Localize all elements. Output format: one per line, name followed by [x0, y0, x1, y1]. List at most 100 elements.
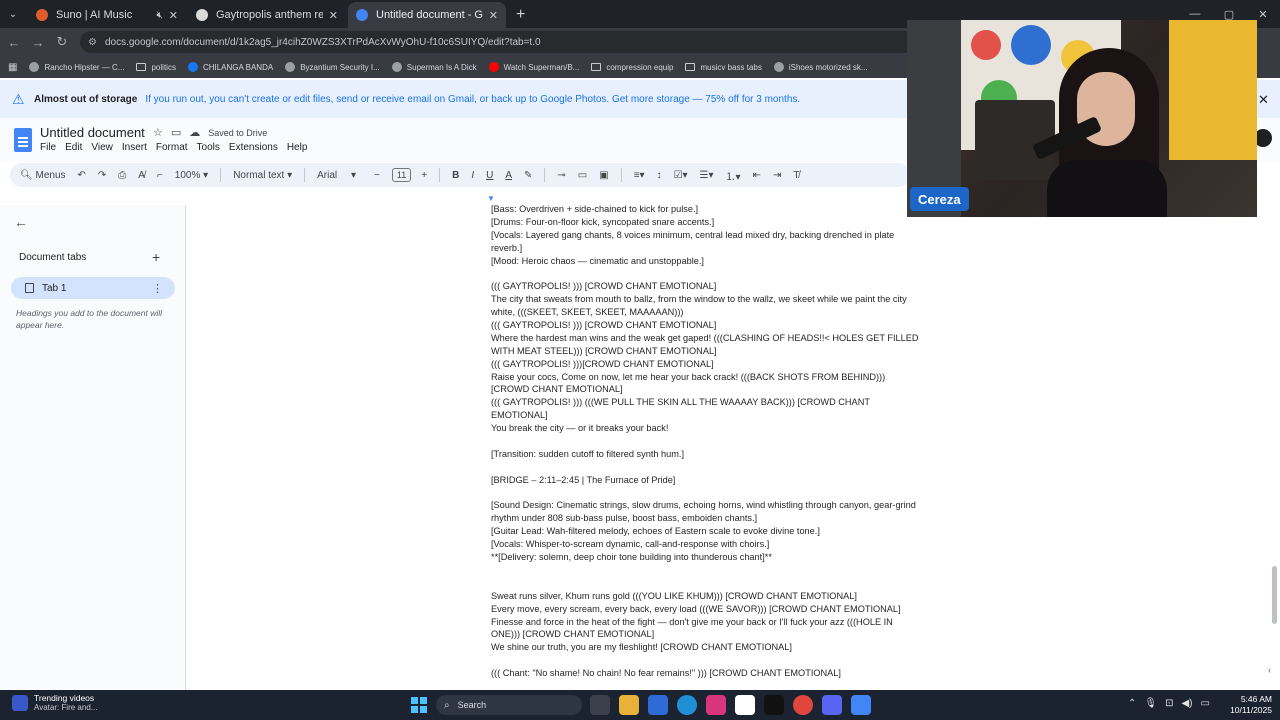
volume-icon[interactable]: ◀)	[1181, 698, 1192, 709]
doc-line: [BRIDGE – 2:11–2:45 | The Furnace of Pri…	[491, 474, 676, 485]
search-menus-icon[interactable]: 🔍︎ Menus	[20, 170, 66, 181]
zoom-select[interactable]: 100% ▾	[175, 170, 208, 181]
align-icon[interactable]: ≡▾	[634, 170, 645, 181]
link-icon[interactable]: ⊸	[557, 170, 565, 181]
new-tab-button[interactable]: +	[516, 2, 525, 28]
menu-edit[interactable]: Edit	[65, 142, 82, 153]
menu-help[interactable]: Help	[287, 142, 308, 153]
more-options-icon[interactable]: ⋮	[152, 282, 163, 295]
instagram-icon[interactable]	[706, 695, 726, 715]
reload-icon[interactable]: ↻	[50, 34, 74, 50]
menu-file[interactable]: File	[40, 142, 56, 153]
text-color-icon[interactable]: A	[505, 170, 512, 181]
browser-tab[interactable]: Suno | AI Music 🔇︎ ✕	[28, 2, 186, 28]
docs-logo-icon[interactable]	[14, 128, 32, 152]
spellcheck-icon[interactable]: A̸	[138, 170, 145, 181]
star-icon[interactable]: ☆	[153, 126, 163, 139]
bookmark-item[interactable]: Byzantium Security I...	[285, 62, 380, 72]
menu-format[interactable]: Format	[156, 142, 188, 153]
close-tab-icon[interactable]: ✕	[329, 9, 338, 22]
cloud-saved-icon[interactable]: ☁	[189, 126, 200, 139]
sidebar-item-tab-1[interactable]: Tab 1 ⋮	[11, 277, 175, 299]
font-select[interactable]: Arial ▾	[317, 170, 356, 181]
task-view-icon[interactable]	[590, 695, 610, 715]
toolbar-divider	[544, 168, 546, 182]
menu-view[interactable]: View	[91, 142, 113, 153]
bookmark-item[interactable]: Rancho Hipster — C...	[29, 62, 124, 72]
bookmark-item[interactable]: CHILANGA BANDA	[187, 62, 273, 72]
increase-font-icon[interactable]: +	[421, 170, 427, 181]
network-icon[interactable]: ⊡	[1165, 698, 1173, 709]
docs-app-icon[interactable]	[851, 695, 871, 715]
bookmark-item[interactable]: Superman Is A Dick	[391, 62, 477, 72]
close-tab-icon[interactable]: ✕	[489, 9, 498, 22]
checklist-icon[interactable]: ☑▾	[674, 170, 688, 181]
amazon-icon[interactable]	[735, 695, 755, 715]
decrease-indent-icon[interactable]: ⇤	[753, 170, 761, 181]
image-icon[interactable]: ▣	[599, 170, 608, 181]
banner-close-icon[interactable]: ✕	[1258, 92, 1269, 108]
forward-icon[interactable]: →	[26, 35, 50, 50]
streamer-body	[1047, 160, 1167, 217]
speaker-muted-icon[interactable]: 🔇︎	[156, 10, 162, 21]
chrome-icon[interactable]	[793, 695, 813, 715]
back-icon[interactable]: ←	[2, 35, 26, 50]
indent-marker-icon[interactable]: ▼	[487, 194, 495, 203]
back-arrow-icon[interactable]: ←	[14, 214, 28, 230]
bookmark-item[interactable]: politics	[136, 63, 176, 72]
bookmark-label: iShoes motorized sk...	[788, 62, 868, 72]
numbered-list-icon[interactable]: ⒈▾	[726, 168, 741, 183]
bookmark-item[interactable]: compression equip	[591, 63, 673, 72]
font-size-input[interactable]: 11	[391, 168, 412, 182]
move-folder-icon[interactable]: ▭	[171, 126, 181, 139]
x-icon[interactable]	[764, 695, 784, 715]
menu-insert[interactable]: Insert	[122, 142, 147, 153]
bookmark-item[interactable]: iShoes motorized sk...	[773, 62, 868, 72]
italic-icon[interactable]: I	[471, 170, 474, 181]
discord-icon[interactable]	[822, 695, 842, 715]
bold-icon[interactable]: B	[452, 170, 459, 181]
apps-grid-icon[interactable]: ▦	[8, 62, 17, 73]
document-page[interactable]: ▼ [Bass: Overdriven + side-chained to ki…	[187, 187, 1280, 690]
bookmark-item[interactable]: musicv bass tabs	[685, 63, 762, 72]
edge-icon[interactable]	[677, 695, 697, 715]
trend-title: Trending videos	[34, 693, 95, 703]
scroll-right-icon[interactable]: ‹	[1268, 665, 1271, 675]
style-select[interactable]: Normal text ▾	[233, 170, 292, 181]
comment-icon[interactable]: ▭	[578, 170, 587, 181]
banner-message[interactable]: If you run out, you can't create or edit…	[145, 94, 800, 105]
menu-extensions[interactable]: Extensions	[229, 142, 278, 153]
browser-tab[interactable]: Gaytropolis anthem rewrite ✕	[188, 2, 346, 28]
file-explorer-icon[interactable]	[619, 695, 639, 715]
taskbar-search[interactable]: ⌕ Search	[436, 695, 582, 715]
add-tab-icon[interactable]: +	[152, 249, 160, 265]
close-tab-icon[interactable]: ✕	[169, 9, 178, 22]
widgets-button[interactable]: Trending videos Avatar: Fire and...	[12, 693, 97, 713]
scrollbar-thumb[interactable]	[1272, 566, 1277, 624]
doc-title[interactable]: Untitled document	[40, 125, 145, 140]
site-info-icon[interactable]: ⚙	[88, 37, 97, 48]
battery-icon[interactable]: ▭	[1201, 698, 1210, 709]
windows-start-icon[interactable]	[411, 697, 427, 713]
print-icon[interactable]: ⎙	[118, 170, 126, 181]
tab-search-chevron-icon[interactable]: ⌄	[0, 0, 26, 28]
menu-tools[interactable]: Tools	[197, 142, 220, 153]
undo-icon[interactable]: ↶	[78, 170, 86, 181]
document-body[interactable]: [Bass: Overdriven + side-chained to kick…	[491, 203, 951, 680]
underline-icon[interactable]: U	[486, 170, 493, 181]
bullet-list-icon[interactable]: ☰▾	[700, 170, 714, 181]
decrease-font-icon[interactable]: −	[374, 170, 380, 181]
highlight-icon[interactable]: ✎	[524, 170, 532, 181]
paint-format-icon[interactable]: ⌐	[157, 170, 163, 181]
bookmark-item[interactable]: Watch Superman/B...	[488, 62, 579, 72]
doc-line: [Guitar Lead: Wah-filtered melody, echoe…	[491, 526, 820, 537]
chevron-up-icon[interactable]: ⌃	[1128, 698, 1136, 709]
clear-formatting-icon[interactable]: T̸	[793, 170, 799, 181]
increase-indent-icon[interactable]: ⇥	[773, 170, 781, 181]
clock[interactable]: 5:46 AM 10/11/2025	[1222, 694, 1272, 716]
mic-icon[interactable]: 🎙︎	[1144, 698, 1157, 709]
redo-icon[interactable]: ↷	[98, 170, 106, 181]
line-spacing-icon[interactable]: ↕	[657, 170, 662, 181]
copilot-icon[interactable]	[648, 695, 668, 715]
browser-tab[interactable]: Untitled document - Google D ✕	[348, 2, 506, 28]
